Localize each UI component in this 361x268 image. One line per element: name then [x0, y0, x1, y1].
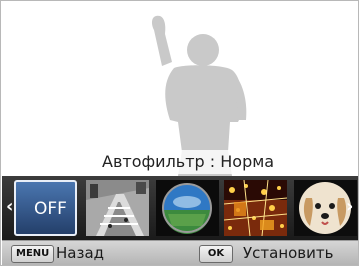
filter-caption: Автофильтр : Норма [99, 150, 278, 174]
menu-key[interactable]: MENU [11, 245, 55, 263]
filter-off-label: OFF [34, 199, 67, 219]
live-preview: Автофильтр : Норма [2, 2, 358, 176]
set-label: Установить [243, 244, 334, 262]
bottom-bar: MENU Назад OK Установить [2, 240, 358, 265]
filter-strip: ‹ OFF › [2, 176, 358, 240]
chevron-right-icon[interactable]: › [346, 198, 353, 216]
filter-thumb-off[interactable]: OFF [14, 180, 77, 236]
fisheye-thumbnail-image [156, 180, 219, 236]
back-label: Назад [56, 244, 105, 262]
filter-thumb-miniature[interactable] [86, 180, 149, 236]
chevron-left-icon[interactable]: ‹ [6, 198, 13, 216]
sketch-thumbnail-image [224, 180, 287, 236]
filter-thumb-fisheye[interactable] [156, 180, 219, 236]
miniature-thumbnail-image [86, 180, 149, 236]
camera-screen: Автофильтр : Норма ‹ OFF › MENU Назад OK… [0, 0, 359, 266]
ok-key[interactable]: OK [199, 245, 233, 263]
filter-thumb-sketch[interactable] [224, 180, 287, 236]
